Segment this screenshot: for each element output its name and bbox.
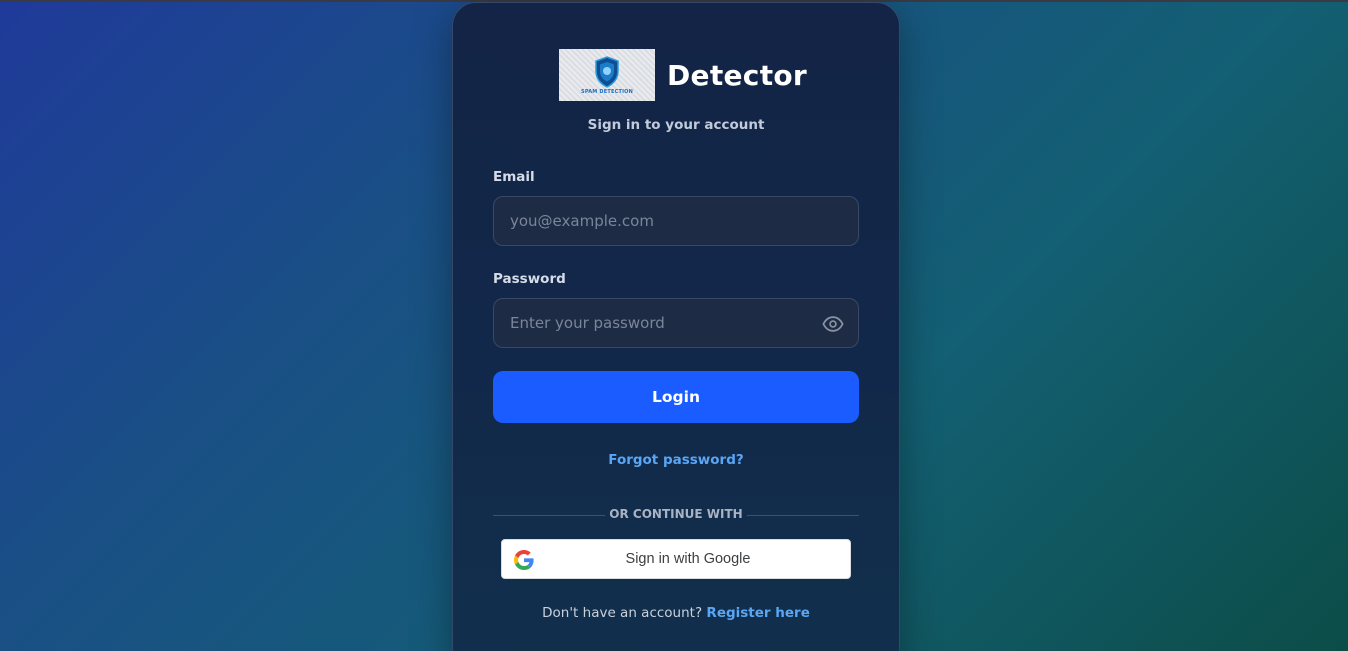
forgot-password-link[interactable]: Forgot password? [608, 452, 743, 468]
register-prompt: Don't have an account? Register here [453, 605, 899, 621]
email-field-wrapper [493, 196, 859, 246]
google-signin-button[interactable]: Sign in with Google [501, 539, 851, 579]
logo: SPAM DETECTION [559, 49, 655, 101]
page-subtitle: Sign in to your account [587, 117, 765, 133]
login-card: SPAM DETECTION Detector Sign in to your … [452, 2, 900, 651]
forgot-password-container: Forgot password? [453, 449, 899, 468]
google-icon [514, 550, 534, 570]
password-label: Password [493, 271, 566, 287]
email-label: Email [493, 169, 535, 185]
brand-name: Detector [667, 58, 808, 92]
register-prompt-text: Don't have an account? [542, 605, 703, 621]
shield-icon [595, 55, 619, 88]
register-link[interactable]: Register here [706, 605, 809, 621]
logo-text: SPAM DETECTION [581, 88, 633, 95]
password-input[interactable] [510, 314, 810, 332]
divider-line-right [747, 515, 859, 516]
login-button[interactable]: Login [493, 371, 859, 423]
email-input[interactable] [510, 212, 810, 230]
google-signin-label: Sign in with Google [625, 551, 751, 567]
password-field-wrapper [493, 298, 859, 348]
divider-text: OR CONTINUE WITH [609, 507, 743, 521]
divider: OR CONTINUE WITH [493, 507, 859, 523]
brand-header: SPAM DETECTION Detector [559, 49, 807, 101]
eye-icon[interactable] [822, 313, 844, 335]
